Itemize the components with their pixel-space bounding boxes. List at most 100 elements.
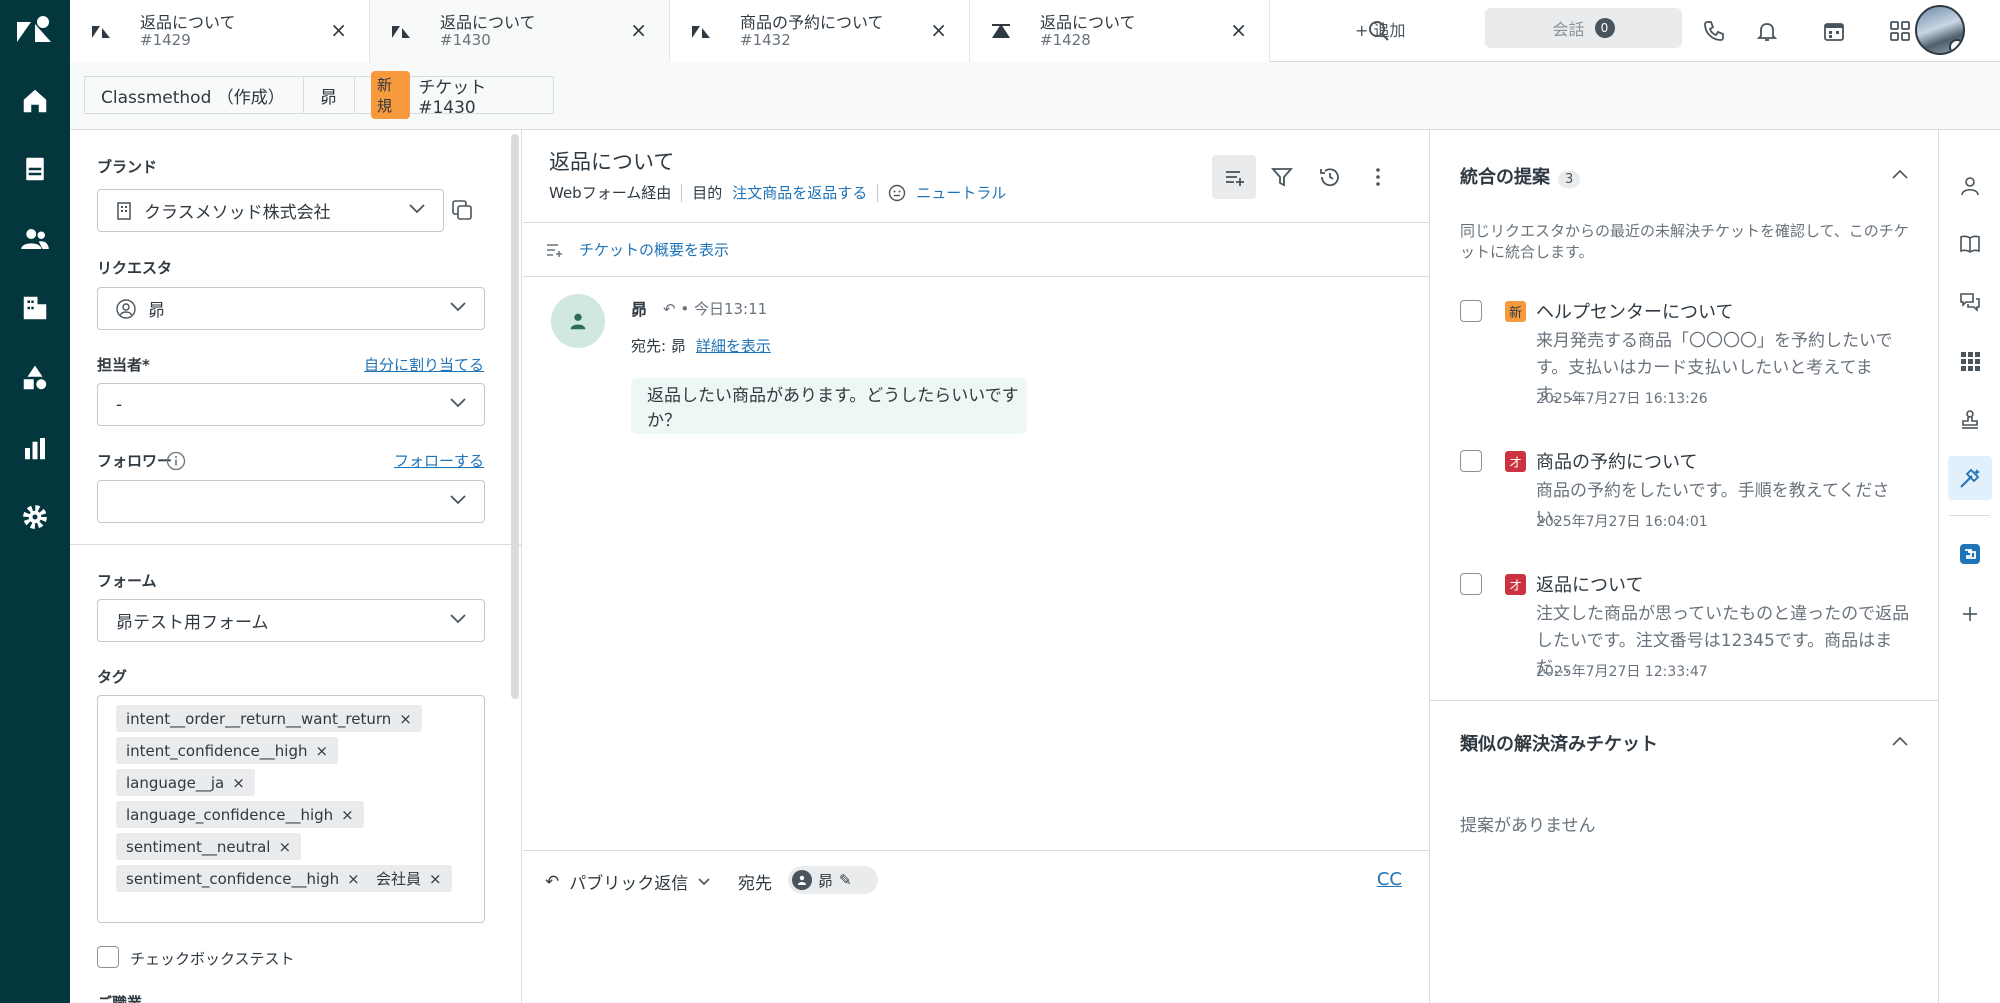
message-author: 昴 [631,300,648,319]
user-avatar[interactable] [1915,5,1965,55]
tab-title: 返品について [440,13,536,32]
person-icon [792,870,812,890]
remove-tag-icon[interactable]: × [399,710,412,728]
tab-ticket-1429[interactable]: 返品について #1429 × [70,0,370,62]
message-recipient: 宛先: 昴詳細を表示 [631,337,771,355]
brand-label: ブランド [97,158,158,176]
knowledge-icon[interactable] [1948,222,1992,266]
ticket-properties-panel: ブランド クラスメソッド株式会社 リクエスタ 昴 担当者* 自分に割り当てる -… [70,130,522,1003]
chevron-up-icon[interactable] [1892,169,1908,179]
message-meta: ↶ • 今日13:11 [663,300,768,318]
search-icon[interactable] [1362,14,1396,48]
merge-checkbox[interactable] [1460,450,1482,472]
add-app-plus-icon[interactable] [1948,592,1992,636]
jira-app-icon[interactable] [1948,532,1992,576]
copy-icon[interactable] [450,198,474,222]
remove-tag-icon[interactable]: × [429,870,442,888]
edit-pencil-icon[interactable]: ✎ [839,871,852,889]
divider [877,183,879,202]
remove-tag-icon[interactable]: × [347,870,360,888]
customer-context-icon[interactable] [1948,164,1992,208]
history-icon[interactable] [1308,155,1352,199]
tag-chip: intent__order__return__want_return × [116,705,422,732]
filter-icon[interactable] [1260,155,1304,199]
suggestion-title[interactable]: ヘルプセンターについて [1536,298,1733,324]
assignee-select[interactable]: - [97,383,485,426]
left-panel-scrollbar[interactable] [511,134,519,699]
more-options-icon[interactable] [1356,155,1400,199]
context-panel-rail [1938,130,2000,1003]
show-details-link[interactable]: 詳細を表示 [696,337,771,355]
cc-link[interactable]: CC [1377,869,1402,890]
merge-suggestions-title: 統合の提案 3 [1460,163,1581,189]
breadcrumb-ticket[interactable]: 新規 チケット #1430 [354,71,554,119]
reports-icon[interactable] [14,427,56,469]
recipient-label: 宛先 [738,874,772,894]
remove-tag-icon[interactable]: × [341,806,354,824]
follow-link[interactable]: フォローする [394,450,484,471]
zendesk-logo[interactable] [13,12,57,52]
home-icon[interactable] [14,80,56,122]
breadcrumb-org[interactable]: Classmethod （作成） [84,76,304,114]
phone-icon[interactable] [1697,14,1731,48]
close-icon[interactable]: × [930,18,947,42]
remove-tag-icon[interactable]: × [232,774,245,792]
ticket-title[interactable]: 返品について [549,146,674,176]
chevron-up-icon[interactable] [1892,736,1908,746]
tab-number: #1432 [740,31,791,49]
reply-type-select[interactable]: ↶ パブリック返信 [545,869,710,894]
tag-chip: language__ja × [116,769,255,796]
apps-grid-icon[interactable] [1883,14,1917,48]
remove-tag-icon[interactable]: × [316,742,329,760]
calendar-icon[interactable] [1817,14,1851,48]
views-icon[interactable] [14,148,56,190]
tab-ticket-1432[interactable]: 商品の予約について #1432 × [670,0,970,62]
side-conversations-icon[interactable] [1948,280,1992,324]
remove-tag-icon[interactable]: × [278,838,291,856]
brand-select[interactable]: クラスメソッド株式会社 [97,189,444,232]
notifications-bell-icon[interactable] [1750,14,1784,48]
tab-ticket-1428[interactable]: 返品について #1428 × [970,0,1270,62]
tab-ticket-1430[interactable]: 返品について #1430 × [370,0,670,62]
conversations-button[interactable]: 会話 0 [1485,8,1682,48]
close-icon[interactable]: × [1230,18,1247,42]
tags-input[interactable]: intent__order__return__want_return × inte… [97,695,485,923]
apps-icon[interactable] [1948,339,1992,383]
ticket-summary-bar[interactable]: チケットの概要を表示 [523,222,1429,277]
admin-gear-icon[interactable] [14,496,56,538]
building-icon [117,201,131,220]
reply-composer[interactable]: ↶ パブリック返信 宛先 昴 ✎ CC [523,850,1429,1003]
requester-select[interactable]: 昴 [97,287,485,330]
suggestion-date: 2025年7月27日 12:33:47 [1536,664,1708,680]
form-label: フォーム [97,572,157,590]
purpose-link[interactable]: 注文商品を返品する [732,182,867,203]
followers-label: フォロワー [97,452,173,470]
stamp-icon[interactable] [1948,398,1992,442]
merge-checkbox[interactable] [1460,300,1482,322]
reply-arrow-icon: ↶ • [663,300,694,318]
suggestion-title[interactable]: 返品について [1536,571,1643,597]
form-select[interactable]: 昴テスト用フォーム [97,599,485,642]
merge-suggestion-item: 新 ヘルプセンターについて 来月発売する商品「〇〇〇〇」を予約したいです。支払い… [1460,298,1910,408]
organizations-icon[interactable] [14,287,56,329]
conversation-log-icon[interactable] [1212,155,1256,199]
info-icon[interactable] [166,451,186,471]
followers-select[interactable] [97,480,485,523]
recipient-chip[interactable]: 昴 ✎ [788,866,878,894]
merge-suggestions-icon[interactable] [1948,456,1992,500]
close-icon[interactable]: × [330,18,347,42]
breadcrumb-requester[interactable]: 昴 [303,76,355,114]
close-icon[interactable]: × [630,18,647,42]
checkbox-test[interactable] [97,946,119,968]
merge-checkbox[interactable] [1460,573,1482,595]
assign-to-me-link[interactable]: 自分に割り当てる [364,354,484,375]
summary-link[interactable]: チケットの概要を表示 [579,239,729,260]
tab-title: 返品について [140,13,236,32]
ticket-icon [692,26,710,38]
channel-text: Webフォーム経由 [549,184,672,202]
objects-icon[interactable] [14,357,56,399]
suggestion-title[interactable]: 商品の予約について [1536,448,1697,474]
sentiment-link[interactable]: ニュートラル [916,182,1006,203]
customers-icon[interactable] [14,218,56,260]
chevron-down-icon [450,495,466,505]
